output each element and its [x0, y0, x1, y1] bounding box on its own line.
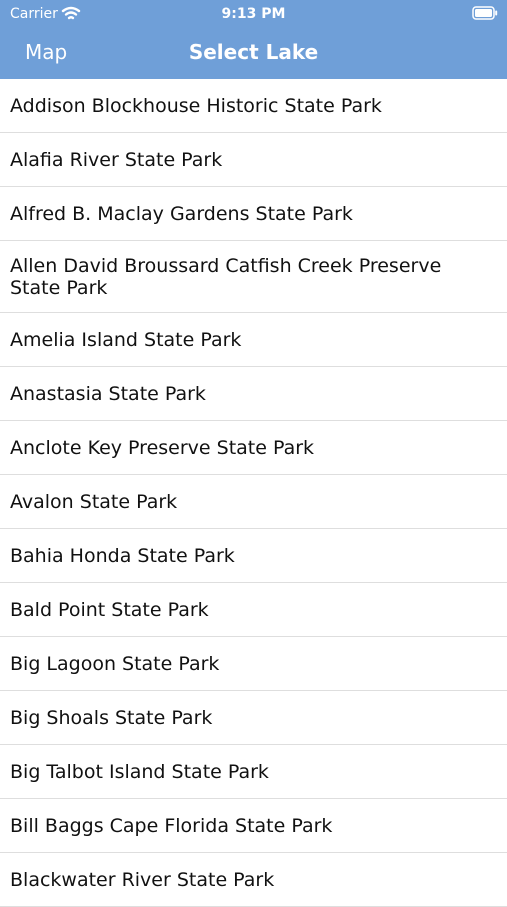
- lake-row-label: Anclote Key Preserve State Park: [10, 436, 315, 459]
- navigation-bar: Map Select Lake: [0, 28, 507, 79]
- lake-row-label: Alfred B. Maclay Gardens State Park: [10, 202, 353, 225]
- lake-row-label: Big Lagoon State Park: [10, 652, 220, 675]
- page-title: Select Lake: [188, 40, 319, 64]
- lake-row-label: Addison Blockhouse Historic State Park: [10, 94, 382, 117]
- lake-list: Addison Blockhouse Historic State Park A…: [0, 79, 507, 907]
- lake-row-label: Big Talbot Island State Park: [10, 760, 269, 783]
- lake-row-alafia-river-state-park[interactable]: Alafia River State Park: [0, 133, 507, 187]
- lake-row-big-lagoon-state-park[interactable]: Big Lagoon State Park: [0, 637, 507, 691]
- lake-row-anastasia-state-park[interactable]: Anastasia State Park: [0, 367, 507, 421]
- lake-row-label: Anastasia State Park: [10, 382, 206, 405]
- lake-row-allen-david-broussard-catfish-creek-preserve-state-park[interactable]: Allen David Broussard Catfish Creek Pres…: [0, 241, 507, 313]
- lake-row-label: Bill Baggs Cape Florida State Park: [10, 814, 333, 837]
- lake-row-label: Big Shoals State Park: [10, 706, 213, 729]
- lake-row-bahia-honda-state-park[interactable]: Bahia Honda State Park: [0, 529, 507, 583]
- lake-row-anclote-key-preserve-state-park[interactable]: Anclote Key Preserve State Park: [0, 421, 507, 475]
- status-time: 9:13 PM: [221, 6, 286, 22]
- lake-row-bill-baggs-cape-florida-state-park[interactable]: Bill Baggs Cape Florida State Park: [0, 799, 507, 853]
- lake-row-label: Allen David Broussard Catfish Creek Pres…: [10, 254, 442, 299]
- status-bar: Carrier 9:13 PM: [0, 0, 507, 28]
- lake-row-big-talbot-island-state-park[interactable]: Big Talbot Island State Park: [0, 745, 507, 799]
- lake-row-avalon-state-park[interactable]: Avalon State Park: [0, 475, 507, 529]
- lake-row-label: Avalon State Park: [10, 490, 178, 513]
- lake-row-addison-blockhouse-historic-state-park[interactable]: Addison Blockhouse Historic State Park: [0, 79, 507, 133]
- lake-row-amelia-island-state-park[interactable]: Amelia Island State Park: [0, 313, 507, 367]
- lake-row-label: Blackwater River State Park: [10, 868, 275, 891]
- lake-row-big-shoals-state-park[interactable]: Big Shoals State Park: [0, 691, 507, 745]
- lake-row-label: Alafia River State Park: [10, 148, 223, 171]
- lake-row-label: Amelia Island State Park: [10, 328, 242, 351]
- lake-row-bald-point-state-park[interactable]: Bald Point State Park: [0, 583, 507, 637]
- lake-row-alfred-b-maclay-gardens-state-park[interactable]: Alfred B. Maclay Gardens State Park: [0, 187, 507, 241]
- lake-row-blackwater-river-state-park[interactable]: Blackwater River State Park: [0, 853, 507, 907]
- lake-row-label: Bald Point State Park: [10, 598, 209, 621]
- battery-icon: [472, 6, 498, 20]
- lake-row-label: Bahia Honda State Park: [10, 544, 235, 567]
- top-bar: Carrier 9:13 PM Map Select Lake: [0, 0, 507, 79]
